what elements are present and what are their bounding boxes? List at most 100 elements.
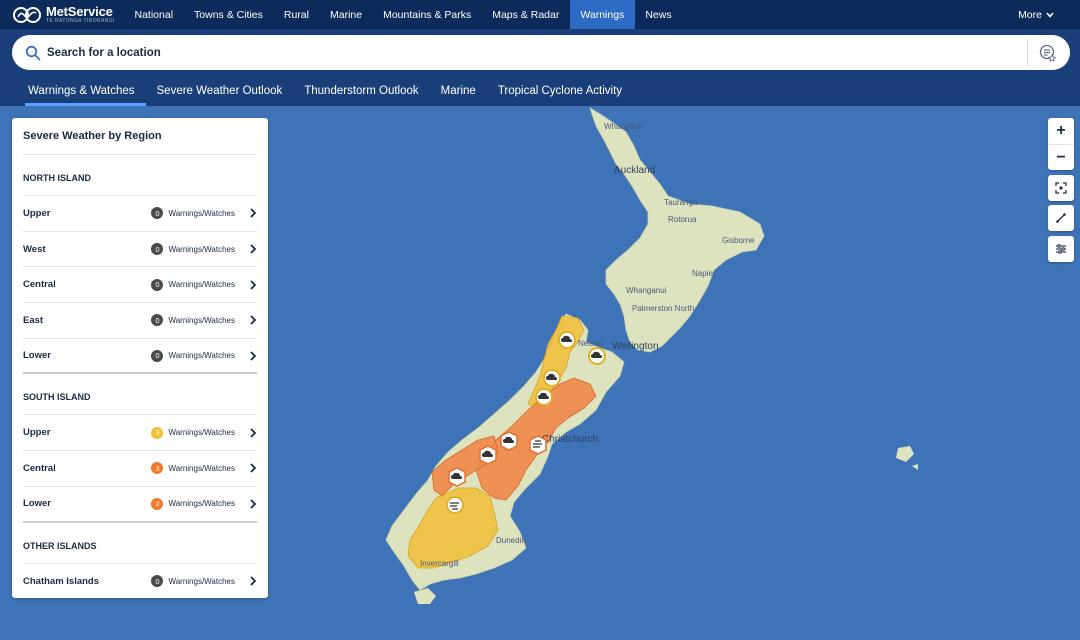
warning-count-badge: 0 xyxy=(151,243,164,256)
warning-count-badge: 0 xyxy=(151,575,164,588)
metservice-logo[interactable]: MetService TE RATONGA TIRORANGI xyxy=(0,0,124,29)
warning-count-badge: 0 xyxy=(151,207,164,220)
section-heading-other-islands: OTHER ISLANDS xyxy=(23,523,257,564)
warning-count-badge: 3 xyxy=(151,426,164,439)
region-row-south-upper[interactable]: Upper 3 Warnings/Watches xyxy=(23,415,257,452)
region-row-chatham-islands[interactable]: Chatham Islands 0 Warnings/Watches xyxy=(23,564,257,600)
region-name: Central xyxy=(23,462,56,474)
warning-count-label: Warnings/Watches xyxy=(168,463,235,473)
region-row-north-lower[interactable]: Lower 0 Warnings/Watches xyxy=(23,339,257,375)
stewart-island-land xyxy=(414,588,436,604)
chevron-right-icon xyxy=(250,350,257,361)
tab-marine[interactable]: Marine xyxy=(430,75,487,106)
map-label-invercargill: Invercargill xyxy=(420,559,459,568)
layers-settings-button[interactable] xyxy=(1048,236,1074,262)
map-label-napier: Napier xyxy=(692,269,716,278)
warning-marker-2[interactable] xyxy=(529,435,547,455)
nav-item-warnings[interactable]: Warnings xyxy=(569,0,635,29)
region-row-north-east[interactable]: East 0 Warnings/Watches xyxy=(23,303,257,339)
measure-button[interactable] xyxy=(1048,205,1074,231)
region-name: Lower xyxy=(23,350,51,362)
warning-count-label: Warnings/Watches xyxy=(168,351,235,361)
panel-title: Severe Weather by Region xyxy=(23,118,257,155)
tab-warnings-watches[interactable]: Warnings & Watches xyxy=(17,75,146,106)
map-label-whangarei: Whangārei xyxy=(604,122,643,131)
main-nav: National Towns & Cities Rural Marine Mou… xyxy=(124,0,682,29)
chevron-right-icon xyxy=(250,208,257,218)
sliders-icon xyxy=(1056,244,1066,254)
watch-marker-3[interactable] xyxy=(543,369,561,387)
region-row-north-upper[interactable]: Upper 0 Warnings/Watches xyxy=(23,196,257,232)
saved-locations-icon[interactable] xyxy=(1039,44,1057,62)
map-label-wellington: Wellington xyxy=(612,341,659,352)
tab-severe-weather-outlook[interactable]: Severe Weather Outlook xyxy=(146,75,294,106)
zoom-out-button[interactable]: − xyxy=(1048,144,1074,170)
section-heading-south-island: SOUTH ISLAND xyxy=(23,374,257,416)
more-menu-button[interactable]: More xyxy=(1018,0,1054,29)
warning-marker-1[interactable] xyxy=(500,431,518,451)
nav-item-news[interactable]: News xyxy=(635,0,682,29)
map-label-rotorua: Rotorua xyxy=(668,215,697,224)
chevron-right-icon xyxy=(250,280,257,290)
chevron-right-icon xyxy=(250,428,257,438)
chevron-right-icon xyxy=(250,463,257,474)
map-label-nelson: Nelson xyxy=(578,339,603,348)
chevron-down-icon xyxy=(1046,11,1054,18)
map-label-palmerston-north: Palmerston North xyxy=(632,304,694,313)
warning-count-label: Warnings/Watches xyxy=(168,499,235,509)
zoom-in-button[interactable]: + xyxy=(1048,118,1074,144)
region-name: Lower xyxy=(23,498,51,510)
warning-count-badge: 3 xyxy=(151,462,164,475)
warning-marker-3[interactable] xyxy=(479,445,497,465)
warnings-subtabs: Warnings & Watches Severe Weather Outloo… xyxy=(17,75,633,106)
warning-count-label: Warnings/Watches xyxy=(168,208,235,218)
warning-count-badge: 2 xyxy=(151,497,164,510)
nav-item-maps-radar[interactable]: Maps & Radar xyxy=(482,0,570,29)
search-input[interactable] xyxy=(47,46,947,59)
region-row-south-lower[interactable]: Lower 2 Warnings/Watches xyxy=(23,487,257,523)
map-label-gisborne: Gisborne xyxy=(722,236,755,245)
region-name: Upper xyxy=(23,207,51,219)
nav-item-towns-cities[interactable]: Towns & Cities xyxy=(184,0,274,29)
warning-count-badge: 0 xyxy=(151,349,164,362)
chatham-islands-land xyxy=(896,446,914,462)
brand-name: MetService xyxy=(46,4,113,19)
warning-marker-4[interactable] xyxy=(448,467,466,487)
nav-item-mountains-parks[interactable]: Mountains & Parks xyxy=(373,0,482,29)
map-label-dunedin: Dunedin xyxy=(496,536,526,545)
locate-icon xyxy=(1055,182,1067,194)
ruler-icon xyxy=(1056,213,1066,223)
warning-count-label: Warnings/Watches xyxy=(168,428,235,438)
nav-item-national[interactable]: National xyxy=(124,0,184,29)
map-label-tauranga: Tauranga xyxy=(664,198,698,207)
top-nav: MetService TE RATONGA TIRORANGI National… xyxy=(0,0,1080,29)
section-heading-north-island: NORTH ISLAND xyxy=(23,155,257,196)
region-name: Central xyxy=(23,279,56,291)
more-label: More xyxy=(1018,8,1042,21)
region-name: East xyxy=(23,314,44,326)
tab-thunderstorm-outlook[interactable]: Thunderstorm Outlook xyxy=(293,75,429,106)
warning-count-label: Warnings/Watches xyxy=(168,244,235,254)
warning-count-badge: 0 xyxy=(151,278,164,291)
warning-count-label: Warnings/Watches xyxy=(168,315,235,325)
tab-tropical-cyclone-activity[interactable]: Tropical Cyclone Activity xyxy=(487,75,633,106)
watch-marker-1[interactable] xyxy=(558,331,576,349)
chevron-right-icon xyxy=(250,576,257,586)
recenter-button[interactable] xyxy=(1048,175,1074,201)
chatham-islands-land-small xyxy=(912,464,918,470)
chevron-right-icon xyxy=(250,244,257,254)
watch-marker-5[interactable] xyxy=(446,496,464,514)
map-label-auckland: Auckland xyxy=(614,165,655,176)
watch-marker-2[interactable] xyxy=(588,347,606,365)
search-bar xyxy=(12,35,1070,70)
warning-count-badge: 0 xyxy=(151,314,164,327)
region-row-north-central[interactable]: Central 0 Warnings/Watches xyxy=(23,267,257,304)
region-row-north-west[interactable]: West 0 Warnings/Watches xyxy=(23,232,257,268)
nav-item-marine[interactable]: Marine xyxy=(319,0,372,29)
region-name: Chatham Islands xyxy=(23,575,100,587)
nav-item-rural[interactable]: Rural xyxy=(273,0,319,29)
search-band: Warnings & Watches Severe Weather Outloo… xyxy=(0,29,1080,106)
chevron-right-icon xyxy=(250,499,257,509)
region-row-south-central[interactable]: Central 3 Warnings/Watches xyxy=(23,451,257,487)
watch-marker-4[interactable] xyxy=(535,388,553,406)
